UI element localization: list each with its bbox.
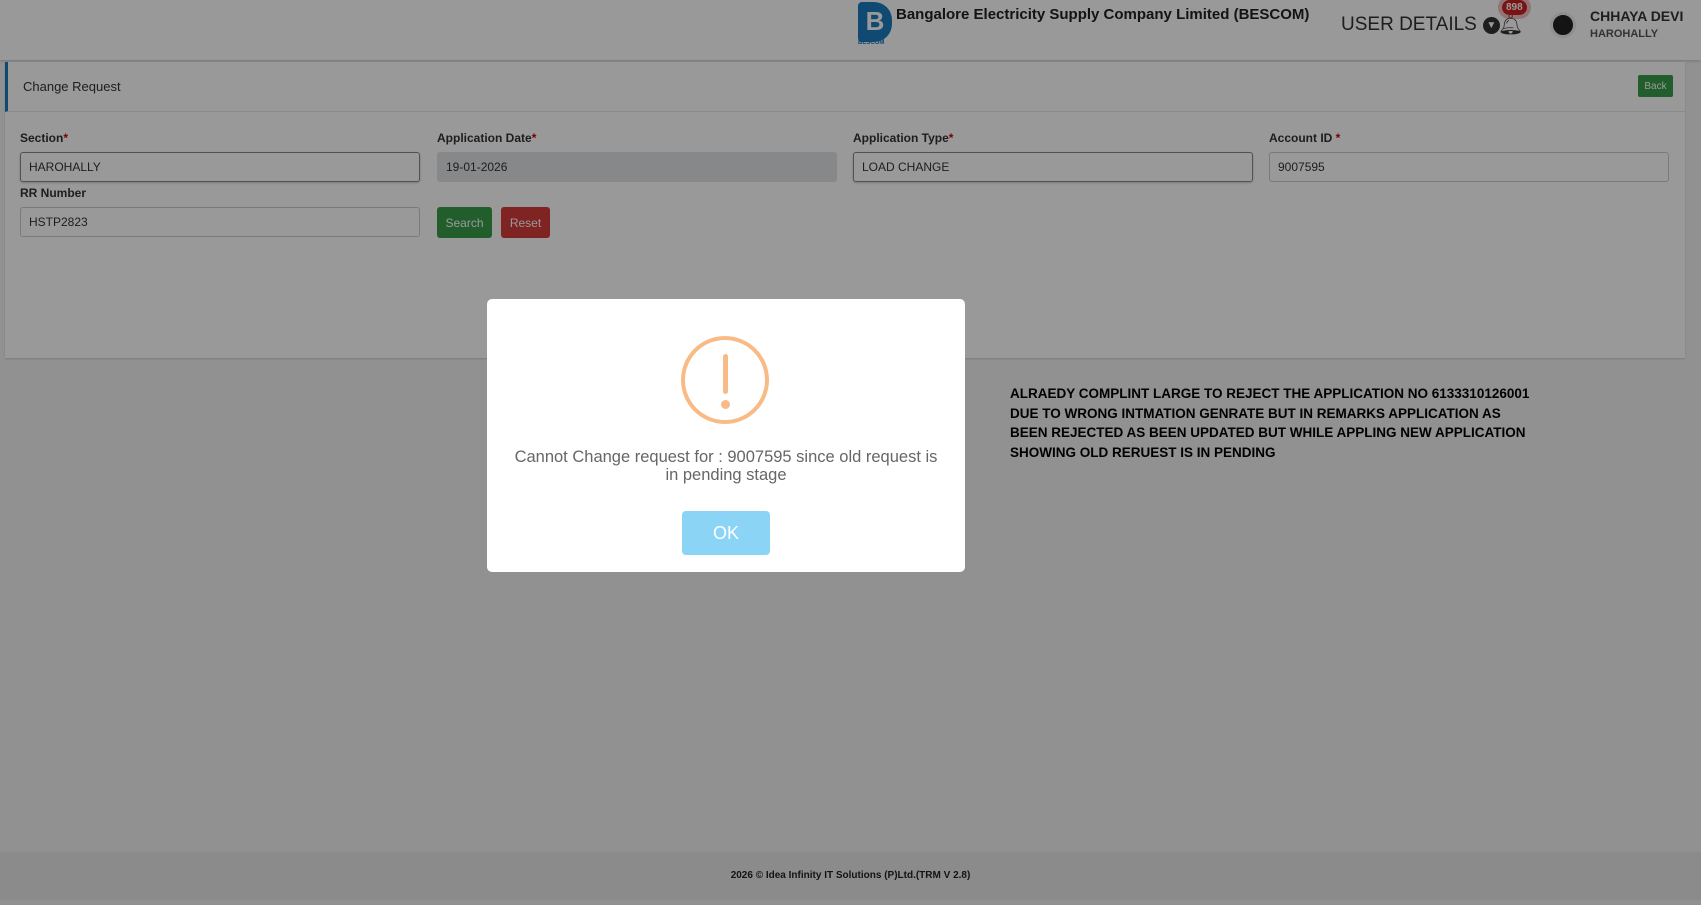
ok-button[interactable]: OK	[682, 511, 770, 555]
alert-message: Cannot Change request for : 9007595 sinc…	[514, 448, 938, 484]
annotation-remark: ALRAEDY COMPLINT LARGE TO REJECT THE APP…	[1010, 386, 1530, 460]
warning-icon	[681, 336, 769, 424]
alert-dialog: Cannot Change request for : 9007595 sinc…	[487, 299, 965, 572]
